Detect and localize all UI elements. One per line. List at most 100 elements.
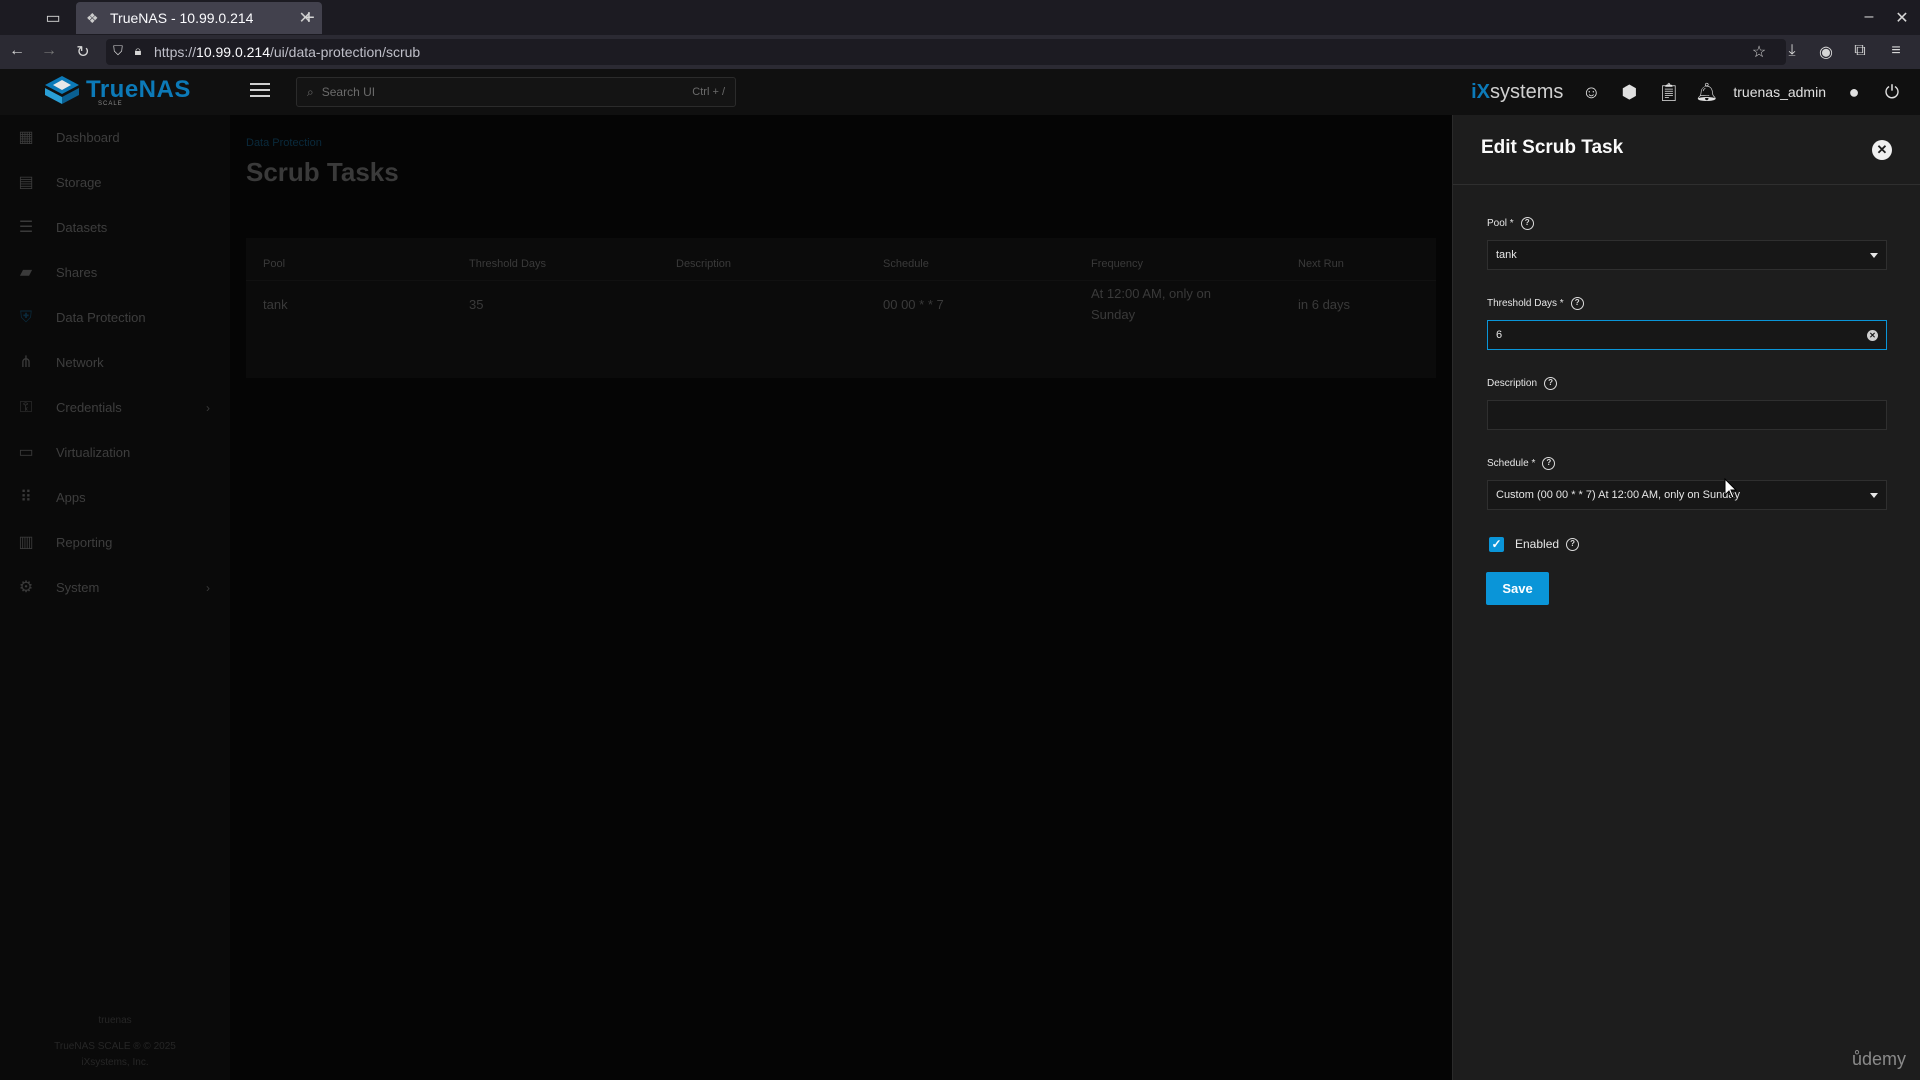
column-header-threshold-days: Threshold Days bbox=[469, 258, 547, 270]
schedule-label: Schedule *? bbox=[1487, 457, 1556, 470]
sidebar-item-data-protection[interactable]: ⛨ Data Protection bbox=[0, 295, 230, 340]
browser-nav-bar: ← → ↻ https://10.99.0.214/ui/data-protec… bbox=[0, 35, 1920, 69]
threshold-label-text: Threshold Days * bbox=[1487, 298, 1564, 309]
minimize-icon[interactable]: – bbox=[1860, 8, 1878, 26]
sidebar-item-dashboard[interactable]: ▦ Dashboard bbox=[0, 115, 230, 160]
app-header: TrueNAS SCALE ⌕ Search UI Ctrl + / iXsys… bbox=[0, 69, 1920, 115]
sidebar-item-label: Reporting bbox=[56, 535, 113, 550]
url-bar[interactable]: https://10.99.0.214/ui/data-protection/s… bbox=[106, 39, 1786, 65]
shield-icon: ⛨ bbox=[19, 308, 32, 326]
back-icon[interactable]: ← bbox=[8, 42, 26, 60]
sidebar-item-apps[interactable]: ⠿ Apps bbox=[0, 475, 230, 520]
tab-overview-icon[interactable]: ▭ bbox=[44, 8, 62, 28]
browser-menu-icon[interactable]: ≡ bbox=[1887, 42, 1905, 60]
sidebar-item-network[interactable]: ⋔ Network bbox=[0, 340, 230, 385]
bookmark-star-icon[interactable]: ☆ bbox=[1750, 42, 1768, 62]
sidebar-item-label: Storage bbox=[56, 175, 102, 190]
footer-hostname: truenas bbox=[98, 1015, 132, 1026]
sidebar-item-credentials[interactable]: ⚿ Credentials › bbox=[0, 385, 230, 430]
description-label: Description? bbox=[1487, 377, 1558, 390]
download-icon[interactable]: ⤓ bbox=[1783, 42, 1801, 60]
sidebar-item-virtualization[interactable]: ▭ Virtualization bbox=[0, 430, 230, 475]
help-icon[interactable]: ? bbox=[1570, 297, 1584, 310]
jobs-clipboard-icon[interactable]: 📋︎ bbox=[1657, 82, 1680, 102]
enabled-checkbox[interactable]: ✓ bbox=[1489, 537, 1504, 552]
column-header-next-run: Next Run bbox=[1298, 258, 1344, 270]
sidebar-item-storage[interactable]: ▤ Storage bbox=[0, 160, 230, 205]
network-icon: ⋔ bbox=[19, 353, 33, 371]
browser-tab[interactable]: ❖ TrueNAS - 10.99.0.214 ✕ bbox=[76, 2, 322, 34]
schedule-select[interactable]: Custom (00 00 * * 7) At 12:00 AM, only o… bbox=[1487, 480, 1887, 510]
clear-input-icon[interactable]: ✕ bbox=[1867, 329, 1878, 341]
help-icon[interactable]: ? bbox=[1566, 537, 1580, 551]
header-actions: iXsystems ☺ ⬢ 📋︎ 🔔︎ truenas_admin ● ⏻ bbox=[1471, 75, 1902, 109]
sidebar-item-label: Dashboard bbox=[56, 130, 120, 145]
search-icon: ⌕ bbox=[307, 84, 314, 99]
sidebar-item-label: Network bbox=[56, 355, 104, 370]
username[interactable]: truenas_admin bbox=[1733, 84, 1826, 100]
search-shortcut: Ctrl + / bbox=[692, 86, 725, 98]
help-icon[interactable]: ? bbox=[1544, 377, 1558, 390]
column-header-pool: Pool bbox=[263, 258, 286, 270]
sidebar-item-label: Credentials bbox=[56, 400, 122, 415]
truecommand-icon[interactable]: ⬢ bbox=[1619, 82, 1639, 102]
breadcrumb[interactable]: Data Protection bbox=[246, 137, 322, 149]
shield-tracking-icon[interactable]: ⛉ bbox=[110, 43, 126, 59]
enabled-label[interactable]: Enabled? bbox=[1515, 537, 1580, 551]
description-input[interactable] bbox=[1487, 400, 1887, 430]
cell-pool: tank bbox=[263, 297, 288, 312]
url-host: 10.99.0.214 bbox=[196, 44, 270, 60]
sidebar-item-shares[interactable]: ▰ Shares bbox=[0, 250, 230, 295]
bell-icon[interactable]: 🔔︎ bbox=[1695, 82, 1718, 102]
new-tab-icon[interactable]: + bbox=[300, 7, 318, 30]
feedback-icon[interactable]: ☺ bbox=[1581, 82, 1601, 102]
account-circle-icon[interactable]: ● bbox=[1844, 82, 1864, 102]
dropdown-caret-icon bbox=[1870, 492, 1878, 498]
pool-value: tank bbox=[1496, 249, 1517, 261]
sidebar-toggle-icon[interactable] bbox=[250, 83, 270, 99]
truenas-logo[interactable]: TrueNAS SCALE bbox=[42, 73, 191, 107]
sidebar-item-reporting[interactable]: ▥ Reporting bbox=[0, 520, 230, 565]
panel-title: Edit Scrub Task bbox=[1481, 137, 1624, 158]
help-icon[interactable]: ? bbox=[1542, 457, 1556, 470]
cell-threshold: 35 bbox=[469, 297, 484, 312]
sidebar-item-label: Shares bbox=[56, 265, 98, 280]
sidebar-item-system[interactable]: ⚙ System › bbox=[0, 565, 230, 610]
main-content: Data Protection Scrub Tasks Pool Thresho… bbox=[230, 115, 1452, 1080]
sidebar-item-datasets[interactable]: ☰ Datasets bbox=[0, 205, 230, 250]
datasets-icon: ☰ bbox=[18, 218, 34, 236]
sidebar-item-label: Data Protection bbox=[56, 310, 146, 325]
power-icon[interactable]: ⏻ bbox=[1882, 82, 1902, 102]
truenas-logo-icon bbox=[45, 76, 79, 104]
apps-grid-icon: ⠿ bbox=[20, 488, 32, 506]
cell-frequency-line1: At 12:00 AM, only on bbox=[1091, 286, 1211, 301]
table-row[interactable]: tank 35 00 00 * * 7 At 12:00 AM, only on… bbox=[246, 280, 1436, 327]
chevron-right-icon: › bbox=[206, 580, 210, 595]
sidebar: ▦ Dashboard ▤ Storage ☰ Datasets ▰ Shares ⛨ D… bbox=[0, 115, 230, 1080]
dropdown-caret-icon bbox=[1870, 252, 1878, 258]
lock-icon[interactable]: 🔒︎ bbox=[130, 43, 146, 59]
storage-icon: ▤ bbox=[18, 173, 34, 191]
column-header-schedule: Schedule bbox=[883, 258, 929, 270]
footer-version: TrueNAS SCALE ® © 2025 bbox=[54, 1041, 176, 1052]
help-icon[interactable]: ? bbox=[1520, 217, 1534, 230]
window-close-icon[interactable]: ✕ bbox=[1893, 8, 1911, 28]
url-prefix: https:// bbox=[154, 44, 197, 60]
search-input[interactable]: ⌕ Search UI Ctrl + / bbox=[296, 77, 736, 107]
forward-icon[interactable]: → bbox=[40, 42, 58, 60]
schedule-value: Custom (00 00 * * 7) At 12:00 AM, only o… bbox=[1496, 489, 1740, 501]
ixsystems-logo[interactable]: iXsystems bbox=[1471, 81, 1563, 104]
cell-next-run: in 6 days bbox=[1298, 297, 1351, 312]
threshold-days-input[interactable]: 6 ✕ bbox=[1487, 320, 1887, 350]
pool-select[interactable]: tank bbox=[1487, 240, 1887, 270]
save-button[interactable]: Save bbox=[1486, 572, 1549, 605]
reload-icon[interactable]: ↻ bbox=[74, 42, 92, 62]
footer-company: iXsystems, Inc. bbox=[81, 1057, 149, 1068]
account-icon[interactable]: ◉ bbox=[1817, 42, 1835, 62]
truenas-favicon-icon: ❖ bbox=[86, 10, 99, 26]
extensions-icon[interactable]: ⧉ bbox=[1851, 42, 1869, 60]
sidebar-item-label: Virtualization bbox=[56, 445, 131, 460]
udemy-watermark: ůdemy bbox=[1851, 1049, 1906, 1069]
threshold-label: Threshold Days *? bbox=[1487, 297, 1584, 310]
close-icon[interactable]: ✕ bbox=[1872, 140, 1892, 160]
